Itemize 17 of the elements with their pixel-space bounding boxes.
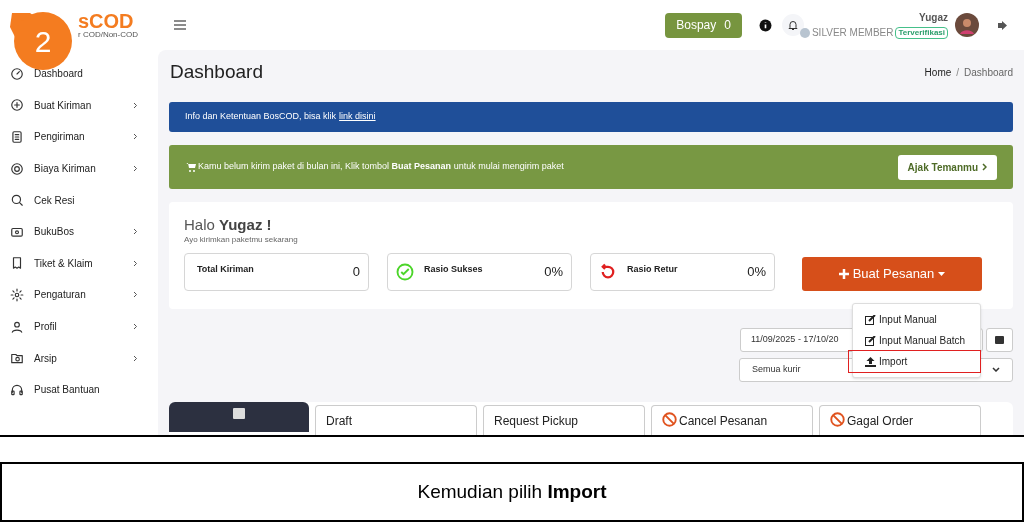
user-name: Yugaz <box>919 11 948 25</box>
breadcrumb-separator: / <box>956 65 960 80</box>
breadcrumb-item: Dashboard <box>964 65 1013 80</box>
step-badge: 2 <box>14 12 72 70</box>
stat-card: Rasio Retur 0% <box>590 253 775 291</box>
stat-card: Rasio Sukses 0% <box>387 253 572 291</box>
greeting: Halo Yugaz ! <box>184 216 273 234</box>
info-text: Info dan Ketentuan BosCOD, bisa klik <box>185 110 337 124</box>
promo-text: Kamu belum kirim paket di bulan ini, Klik tombol Buat Pesanan untuk mulai mengirim paket <box>198 160 565 174</box>
greeting-subtitle: Ayo kirimkan paketmu sekarang <box>184 234 299 246</box>
caption-text: Kemudian pilih Import <box>417 479 607 504</box>
stat-card: Total Kiriman 0 <box>184 253 369 291</box>
member-level: SILVER MEMBER <box>811 26 894 40</box>
logo-tagline: r COD/Non-COD <box>78 31 138 39</box>
page-title: Dashboard <box>169 59 263 84</box>
logo-text: sCOD <box>78 11 135 31</box>
verified-badge: Terverifikasi <box>895 26 948 39</box>
